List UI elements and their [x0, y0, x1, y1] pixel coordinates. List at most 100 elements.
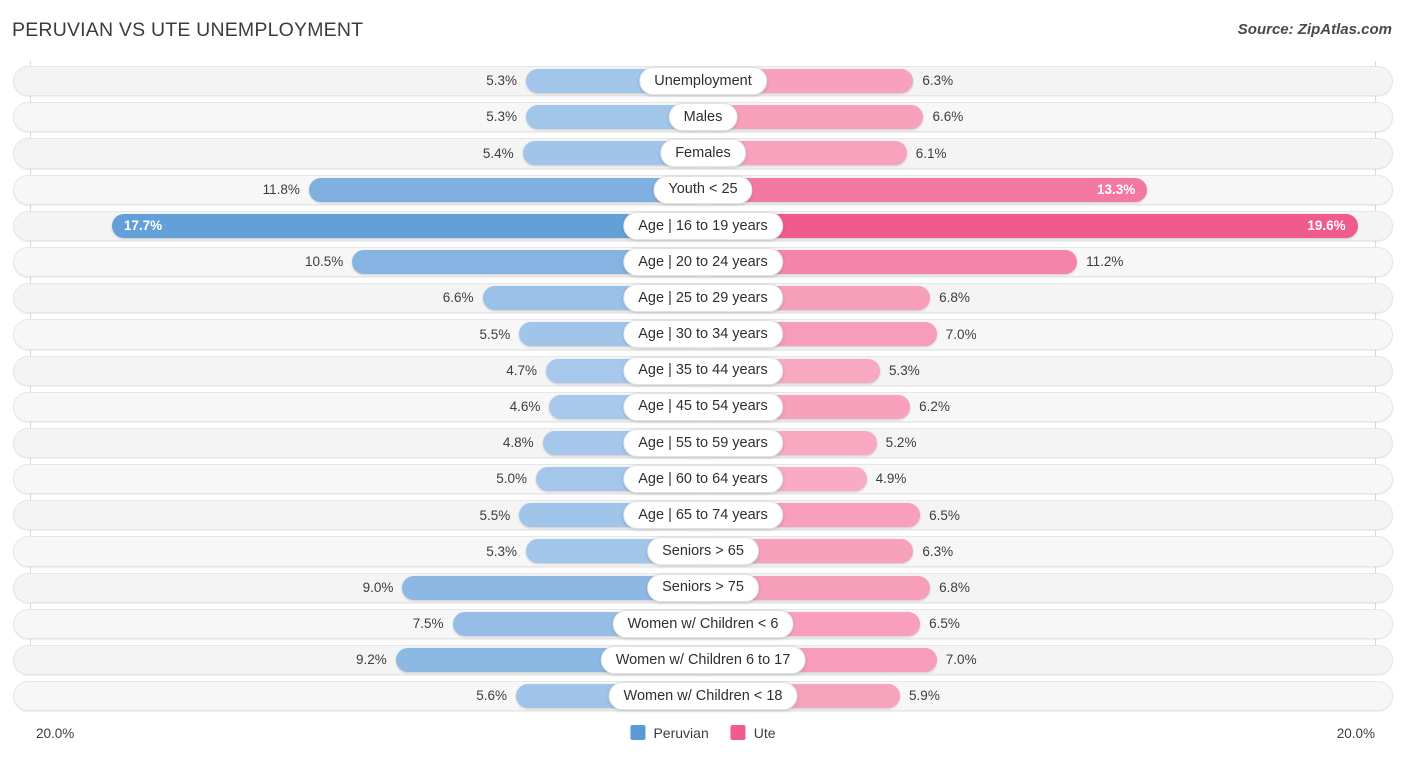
bar-value-right: 6.2%: [919, 398, 950, 414]
bar-value-right: 6.8%: [939, 290, 970, 306]
category-label-pill[interactable]: Age | 65 to 74 years: [623, 501, 783, 530]
category-label-pill[interactable]: Age | 30 to 34 years: [623, 320, 783, 349]
category-label-text: Age | 25 to 29 years: [638, 289, 768, 306]
category-label-pill[interactable]: Women w/ Children < 18: [608, 682, 798, 711]
category-label-text: Age | 16 to 19 years: [638, 217, 768, 234]
bar-half-left: 17.7%: [32, 213, 703, 238]
bar-value-right: 5.9%: [909, 688, 940, 704]
bar-half-right: 6.1%: [703, 141, 1374, 166]
category-label-text: Females: [675, 145, 731, 162]
legend-item-peruvian[interactable]: Peruvian: [630, 724, 709, 741]
bar-value-right: 7.0%: [945, 326, 977, 342]
chart-plot-area: 5.3% 6.3% Unemployment 5.3% 6.6% Males 5.4% 6.1…: [0, 61, 1406, 717]
chart-row: 5.5% 6.5% Age | 65 to 74 years: [0, 497, 1406, 533]
category-label-pill[interactable]: Age | 16 to 19 years: [623, 211, 783, 240]
chart-row: 5.3% 6.6% Males: [0, 99, 1406, 135]
bar-value-left: 4.7%: [506, 362, 538, 378]
bar-half-left: 11.8%: [32, 177, 703, 202]
bar-value-right: 6.6%: [932, 109, 964, 125]
chart-page: PERUVIAN VS UTE UNEMPLOYMENT Source: Zip…: [0, 0, 1406, 757]
category-label-pill[interactable]: Females: [660, 139, 746, 168]
bar-value-left: 11.8%: [262, 181, 300, 197]
bar-half-left: 5.5%: [32, 322, 703, 347]
bar-value-right: 4.9%: [875, 471, 907, 487]
bar-value-left: 4.6%: [509, 398, 541, 414]
bar-half-left: 9.0%: [32, 575, 703, 600]
category-label-text: Age | 60 to 64 years: [638, 470, 768, 487]
bar-half-left: 10.5%: [32, 249, 703, 274]
bar-half-left: 5.3%: [32, 69, 703, 93]
category-label-text: Women w/ Children 6 to 17: [615, 651, 791, 668]
bar-half-right: 5.9%: [703, 684, 1374, 709]
category-label-pill[interactable]: Age | 45 to 54 years: [623, 392, 783, 421]
bar-peruvian[interactable]: 17.7%: [111, 213, 703, 238]
bar-half-left: 4.7%: [32, 358, 703, 383]
bar-value-left: 5.3%: [486, 73, 517, 89]
bar-value-left: 9.2%: [355, 652, 387, 668]
bar-ute[interactable]: 19.6%: [703, 213, 1358, 238]
legend-label: Ute: [753, 724, 776, 741]
bar-half-right: 6.3%: [703, 69, 1374, 93]
category-label-text: Women w/ Children < 18: [623, 687, 783, 704]
category-label-pill[interactable]: Unemployment: [639, 67, 767, 95]
bar-half-right: 19.6%: [703, 213, 1374, 238]
bar-value-right: 13.3%: [1096, 181, 1136, 197]
category-label-pill[interactable]: Seniors > 75: [647, 573, 759, 602]
category-label-pill[interactable]: Age | 20 to 24 years: [623, 247, 783, 276]
category-label-pill[interactable]: Age | 35 to 44 years: [623, 356, 783, 385]
bar-value-left: 7.5%: [412, 616, 444, 632]
bar-value-left: 4.8%: [502, 435, 534, 451]
category-label-pill[interactable]: Women w/ Children 6 to 17: [600, 646, 806, 674]
legend-item-ute[interactable]: Ute: [730, 724, 776, 741]
bar-value-right: 7.0%: [945, 652, 977, 668]
category-label-pill[interactable]: Age | 25 to 29 years: [623, 284, 783, 313]
bar-value-left: 17.7%: [123, 218, 163, 233]
category-label-pill[interactable]: Age | 55 to 59 years: [623, 428, 783, 457]
category-label-pill[interactable]: Women w/ Children < 6: [612, 609, 794, 638]
chart-header: PERUVIAN VS UTE UNEMPLOYMENT Source: Zip…: [0, 0, 1406, 60]
chart-row: 5.4% 6.1% Females: [0, 135, 1406, 171]
bar-half-right: 11.2%: [703, 249, 1374, 274]
category-label-pill[interactable]: Seniors > 65: [647, 537, 759, 566]
bar-half-right: 6.5%: [703, 611, 1374, 636]
bar-value-left: 5.4%: [482, 145, 514, 161]
bar-value-right: 11.2%: [1086, 254, 1124, 270]
chart-legend: Peruvian Ute: [630, 724, 776, 741]
chart-row: 5.5% 7.0% Age | 30 to 34 years: [0, 316, 1406, 352]
chart-row: 10.5% 11.2% Age | 20 to 24 years: [0, 244, 1406, 280]
bar-value-left: 5.6%: [476, 688, 507, 704]
category-label-pill[interactable]: Males: [668, 103, 738, 132]
bar-half-left: 4.8%: [32, 430, 703, 455]
bar-half-right: 6.2%: [703, 394, 1374, 419]
chart-row: 9.0% 6.8% Seniors > 75: [0, 570, 1406, 606]
bar-peruvian[interactable]: [308, 177, 703, 202]
bar-value-left: 5.3%: [486, 543, 517, 559]
bar-value-right: 6.3%: [922, 543, 954, 559]
category-label-text: Women w/ Children < 6: [627, 615, 779, 632]
bar-ute[interactable]: 13.3%: [703, 177, 1148, 202]
chart-row: 9.2% 7.0% Women w/ Children 6 to 17: [0, 642, 1406, 678]
bar-value-left: 6.6%: [442, 290, 474, 306]
bar-half-right: 5.3%: [703, 358, 1374, 383]
legend-label: Peruvian: [653, 724, 709, 741]
bar-half-right: 6.8%: [703, 286, 1374, 311]
bar-half-right: 13.3%: [703, 177, 1374, 202]
chart-footer: 20.0% 20.0% Peruvian Ute: [0, 717, 1406, 757]
bar-value-right: 5.3%: [889, 362, 920, 378]
chart-row: 6.6% 6.8% Age | 25 to 29 years: [0, 280, 1406, 316]
bar-half-left: 5.4%: [32, 141, 703, 166]
category-label-pill[interactable]: Youth < 25: [653, 175, 753, 204]
category-label-text: Age | 65 to 74 years: [638, 507, 768, 523]
source-attribution: Source: ZipAtlas.com: [1237, 21, 1392, 38]
chart-row: 5.0% 4.9% Age | 60 to 64 years: [0, 461, 1406, 497]
bar-value-right: 6.3%: [922, 73, 954, 89]
category-label-pill[interactable]: Age | 60 to 64 years: [623, 465, 783, 494]
chart-row: 4.8% 5.2% Age | 55 to 59 years: [0, 425, 1406, 461]
legend-swatch-icon: [730, 725, 746, 740]
bar-half-left: 5.3%: [32, 539, 703, 564]
category-label-text: Youth < 25: [668, 181, 738, 198]
category-label-text: Seniors > 65: [662, 543, 744, 560]
category-label-text: Seniors > 75: [662, 579, 744, 596]
bar-half-left: 5.6%: [32, 684, 703, 709]
bar-half-right: 4.9%: [703, 467, 1374, 492]
